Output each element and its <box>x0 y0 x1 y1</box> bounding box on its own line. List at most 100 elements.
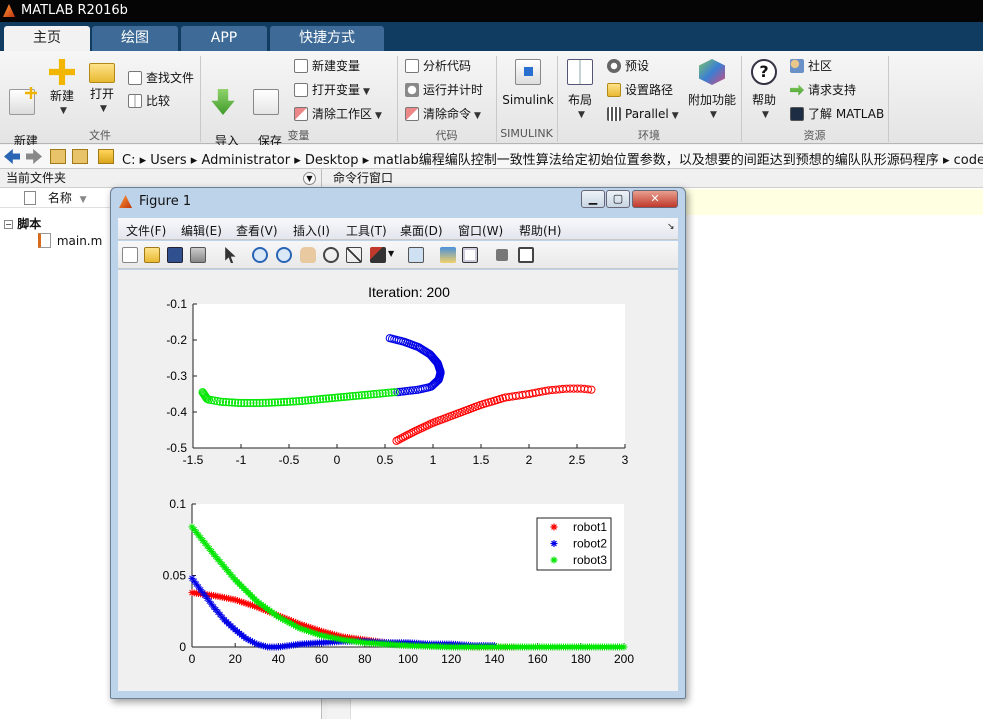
current-path-breadcrumb[interactable]: C: ▸ Users ▸ Administrator ▸ Desktop ▸ m… <box>122 149 983 168</box>
figure-window[interactable]: Figure 1 ▁ ▢ ✕ 文件(F) 编辑(E) 查看(V) 插入(I) 工… <box>110 187 686 699</box>
tab-shortcuts[interactable]: 快捷方式 <box>270 26 384 51</box>
pointer-icon[interactable] <box>225 247 236 263</box>
menu-file[interactable]: 文件(F) <box>126 222 166 239</box>
help-label: 帮助 <box>751 93 776 107</box>
m-file-icon <box>38 233 51 248</box>
x-tick-label: 40 <box>272 652 286 666</box>
figure-toolbar: ▼ <box>118 241 678 269</box>
new-figure-icon[interactable] <box>122 247 138 263</box>
sort-down-icon: ▼ <box>79 195 87 205</box>
axes-1[interactable]: Iteration: 200 -1.5 -1 -0.5 0 0.5 1 1.5 2 2.5 3 -0… <box>166 284 628 467</box>
chevron-down-icon[interactable]: ▼ <box>388 249 394 258</box>
simulink-button[interactable]: Simulink <box>502 59 554 108</box>
plus-icon <box>49 59 75 85</box>
hide-tools-icon[interactable] <box>496 249 508 261</box>
collapse-icon[interactable]: − <box>4 220 13 229</box>
layout-icon <box>567 59 593 85</box>
browse-folder-icon[interactable] <box>72 149 88 164</box>
parallel-icon <box>607 107 621 121</box>
open-variable-button[interactable]: 打开变量 ▼ <box>294 81 370 99</box>
menu-desktop[interactable]: 桌面(D) <box>400 222 443 239</box>
menu-window[interactable]: 窗口(W) <box>458 222 503 239</box>
legend-marker-robot3 <box>550 556 558 564</box>
name-column-header[interactable]: 名称 <box>48 191 72 205</box>
zoom-in-icon[interactable] <box>252 247 268 263</box>
x-tick-label: -1 <box>236 453 247 467</box>
y-tick-label: -0.1 <box>166 297 187 311</box>
menu-view[interactable]: 查看(V) <box>236 222 278 239</box>
zoom-out-icon[interactable] <box>276 247 292 263</box>
request-support-button[interactable]: 请求支持 <box>790 81 856 99</box>
run-and-time-button[interactable]: 运行并计时 <box>405 81 483 99</box>
folder-icon <box>607 83 621 97</box>
group-code-label: 代码 <box>435 129 458 142</box>
legend[interactable]: robot1 robot2 robot3 <box>536 517 612 571</box>
axes-2[interactable]: 0 20 40 60 80 100 120 140 160 180 200 0.1 0.05 0 robo… <box>163 497 635 666</box>
print-icon[interactable] <box>190 247 206 263</box>
maximize-button[interactable]: ▢ <box>606 190 630 208</box>
new-button[interactable]: 新建 ▼ <box>46 59 78 119</box>
analyze-code-button[interactable]: 分析代码 <box>405 57 471 75</box>
up-folder-icon[interactable] <box>50 149 66 164</box>
clear-commands-button[interactable]: 清除命令 ▼ <box>405 105 481 123</box>
tab-plots[interactable]: 绘图 <box>92 26 178 51</box>
community-button[interactable]: 社区 <box>790 57 832 75</box>
back-arrow-icon[interactable] <box>4 149 20 164</box>
save-icon[interactable] <box>167 247 183 263</box>
legend-icon[interactable] <box>462 247 478 263</box>
addons-button[interactable]: 附加功能 ▼ <box>688 59 736 123</box>
app-titlebar: MATLAB R2016b <box>0 0 983 22</box>
clear-workspace-label: 清除工作区 <box>312 107 373 121</box>
current-folder-header: 当前文件夹 <box>0 169 321 188</box>
gear-icon <box>607 59 621 73</box>
help-button[interactable]: ? 帮助 ▼ <box>748 59 780 123</box>
open-button[interactable]: 打开 ▼ <box>86 59 118 117</box>
learn-matlab-button[interactable]: 了解 MATLAB <box>790 105 884 123</box>
new-label: 新建 <box>49 89 74 103</box>
panel-actions-icon[interactable]: ▼ <box>303 172 316 185</box>
preferences-button[interactable]: 预设 <box>607 57 649 75</box>
find-files-button[interactable]: 查找文件 <box>128 69 194 87</box>
open-file-icon[interactable] <box>144 247 160 263</box>
forward-arrow-icon[interactable] <box>26 149 42 164</box>
close-button[interactable]: ✕ <box>632 190 678 208</box>
colorbar-icon[interactable] <box>440 247 456 263</box>
menu-insert[interactable]: 插入(I) <box>293 222 330 239</box>
x-tick-label: 2 <box>526 453 533 467</box>
show-tools-icon[interactable] <box>518 247 534 263</box>
brush-icon[interactable] <box>370 247 386 263</box>
x-tick-label: 160 <box>528 652 548 666</box>
link-plot-icon[interactable] <box>408 247 424 263</box>
pan-hand-icon[interactable] <box>300 247 316 263</box>
tab-home[interactable]: 主页 <box>4 26 90 51</box>
help-icon: ? <box>751 59 777 85</box>
rotate-3d-icon[interactable] <box>323 247 339 263</box>
group-file-label: 文件 <box>89 129 111 142</box>
layout-label: 布局 <box>567 93 592 107</box>
new-variable-button[interactable]: 新建变量 <box>294 57 360 75</box>
clear-workspace-button[interactable]: 清除工作区 ▼ <box>294 105 382 123</box>
minimize-button[interactable]: ▁ <box>581 190 605 208</box>
y-tick-label: -0.2 <box>166 333 187 347</box>
parallel-button[interactable]: Parallel ▼ <box>607 105 679 123</box>
x-tick-label: 0 <box>189 652 196 666</box>
axes-1-title: Iteration: 200 <box>368 284 450 300</box>
x-tick-label: 80 <box>358 652 372 666</box>
y-tick-label: -0.3 <box>166 369 187 383</box>
layout-button[interactable]: 布局 ▼ <box>564 59 596 123</box>
data-cursor-icon[interactable] <box>346 247 362 263</box>
menu-help[interactable]: 帮助(H) <box>519 222 561 239</box>
compare-button[interactable]: 比较 <box>128 92 170 110</box>
tab-apps[interactable]: APP <box>181 26 267 51</box>
file-item[interactable]: main.m <box>38 233 102 248</box>
dock-arrow-icon[interactable]: ↘ <box>667 222 675 232</box>
menu-tools[interactable]: 工具(T) <box>346 222 387 239</box>
x-tick-label: 100 <box>398 652 418 666</box>
open-variable-icon <box>294 83 308 97</box>
menu-edit[interactable]: 编辑(E) <box>181 222 222 239</box>
set-path-button[interactable]: 设置路径 <box>607 81 673 99</box>
legend-label-robot3: robot3 <box>573 553 607 567</box>
analyze-code-icon <box>405 59 419 73</box>
axes-1-background <box>193 304 625 448</box>
scripts-section[interactable]: − 脚本 <box>4 215 41 232</box>
